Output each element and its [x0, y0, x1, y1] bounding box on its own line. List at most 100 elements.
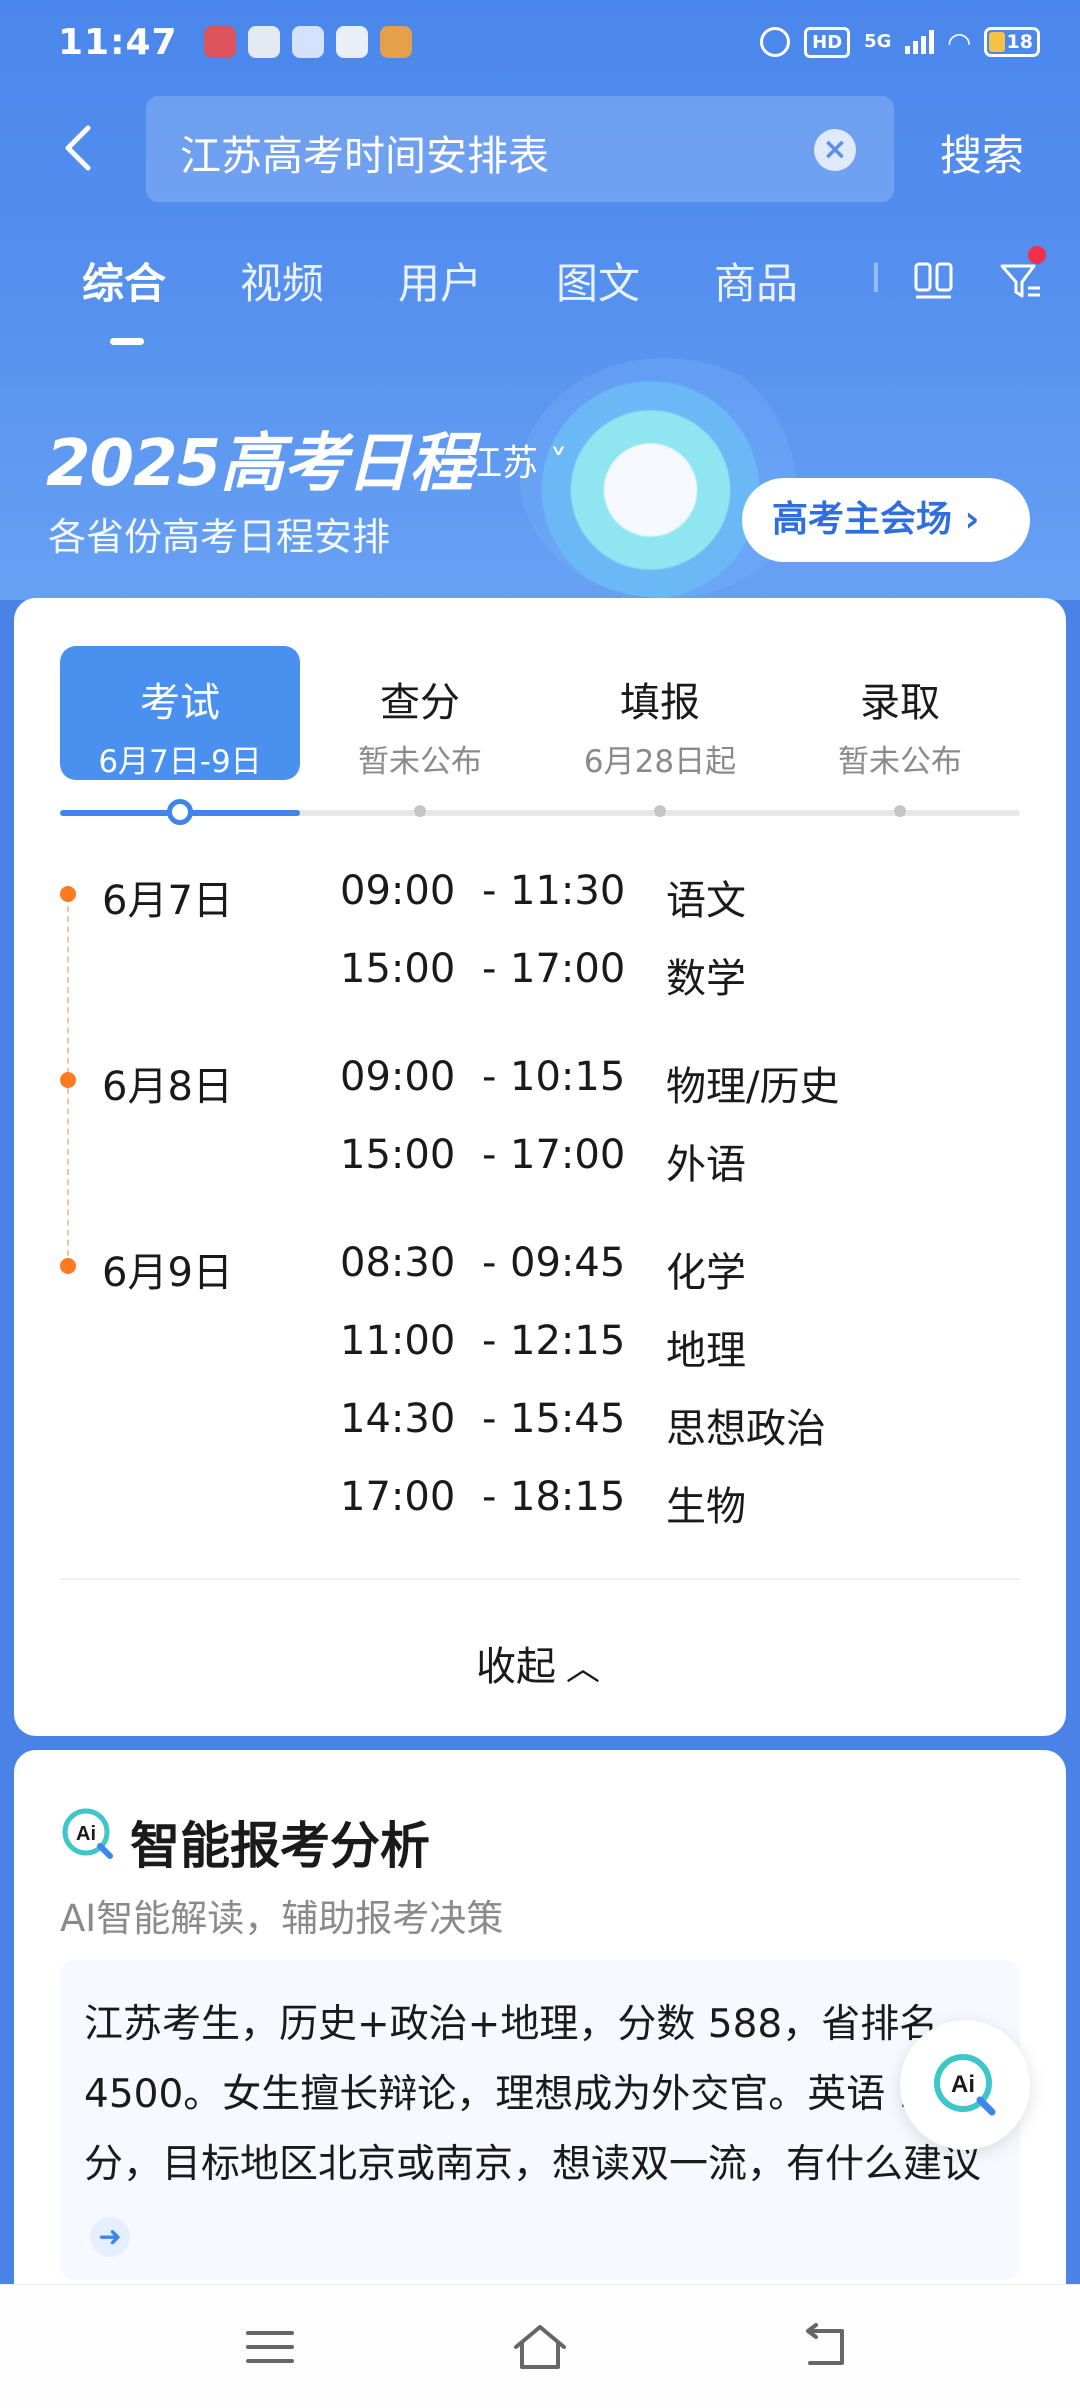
more-tabs-fade: I: [870, 256, 882, 302]
status-time: 11:47: [58, 21, 178, 63]
layout-toggle-icon[interactable]: [912, 258, 956, 302]
stage-admission[interactable]: 录取 暂未公布: [780, 646, 1020, 780]
home-icon[interactable]: [510, 2319, 570, 2375]
stage-application[interactable]: 填报 6月28日起: [540, 646, 780, 780]
slot-start: 15:00: [340, 946, 456, 992]
tab-all[interactable]: 综合: [82, 250, 166, 311]
slot-start: 17:00: [340, 1474, 456, 1520]
map-app-icon: [203, 26, 236, 58]
progress-node: [654, 805, 666, 817]
back-nav-icon[interactable]: [796, 2319, 856, 2375]
stage-date: 6月28日起: [583, 744, 737, 780]
slot-end: 12:15: [510, 1318, 626, 1364]
slot-separator: -: [482, 946, 497, 992]
card-divider: [60, 1578, 1020, 1580]
search-tabs: 综合 视频 用户 图文 商品 I: [0, 250, 1080, 345]
slot-end: 10:15: [510, 1054, 626, 1100]
slot-end: 15:45: [510, 1396, 626, 1442]
slot-separator: -: [482, 1318, 497, 1364]
tiktok-app-icon: [335, 26, 368, 58]
slot-end: 18:15: [510, 1474, 626, 1520]
collapse-label: 收起: [476, 1644, 556, 1690]
schedule-slot: 15:00 - 17:00 数学: [14, 946, 1066, 1016]
ai-query-text: 江苏考生，历史+政治+地理，分数 588，省排名 4500。女生擅长辩论，理想成…: [84, 2002, 982, 2187]
search-input[interactable]: 江苏高考时间安排表 ×: [146, 96, 894, 202]
search-button[interactable]: 搜索: [940, 122, 1024, 183]
slot-subject: 外语: [666, 1142, 746, 1188]
slot-separator: -: [482, 1396, 497, 1442]
banner-title: 2025高考日程: [46, 427, 473, 501]
slot-start: 15:00: [340, 1132, 456, 1178]
stage-exam[interactable]: 考试 6月7日-9日: [60, 646, 300, 780]
ai-sample-query[interactable]: 江苏考生，历史+政治+地理，分数 588，省排名 4500。女生擅长辩论，理想成…: [60, 1960, 1020, 2280]
schedule-slot: 09:00 - 10:15 物理/历史: [14, 1054, 1066, 1124]
stage-date: 6月7日-9日: [98, 744, 262, 780]
stage-date: 暂未公布: [358, 744, 482, 780]
menu-icon[interactable]: [240, 2319, 300, 2375]
ai-card-title: 智能报考分析: [130, 1817, 430, 1875]
tab-products[interactable]: 商品: [714, 250, 798, 311]
wifi-icon: ◠: [948, 25, 970, 59]
svg-text:Ai: Ai: [76, 1823, 96, 1845]
slot-subject: 思想政治: [666, 1406, 826, 1452]
browser-app-icon: [291, 26, 324, 58]
filter-icon[interactable]: [998, 260, 1042, 304]
chevron-right-icon: ›: [964, 499, 980, 540]
ai-analysis-card: Ai 智能报考分析 AI智能解读，辅助报考决策 江苏考生，历史+政治+地理，分数…: [14, 1750, 1066, 2310]
province-selector[interactable]: 江苏 ˅: [466, 434, 567, 486]
battery-icon: 18: [984, 27, 1040, 57]
tab-video[interactable]: 视频: [240, 250, 324, 311]
stage-title: 填报: [620, 680, 700, 726]
banner-subtitle: 各省份高考日程安排: [48, 515, 391, 559]
chevron-up-icon: ︿: [566, 1649, 600, 1689]
chevron-left-icon: [65, 125, 91, 171]
slot-end: 17:00: [510, 946, 626, 992]
stage-date: 暂未公布: [838, 744, 962, 780]
slot-start: 14:30: [340, 1396, 456, 1442]
tab-posts[interactable]: 图文: [556, 250, 640, 311]
slot-separator: -: [482, 868, 497, 914]
schedule-slot: 17:00 - 18:15 生物: [14, 1474, 1066, 1544]
slot-separator: -: [482, 1240, 497, 1286]
slot-start: 08:30: [340, 1240, 456, 1286]
slot-start: 09:00: [340, 868, 456, 914]
stage-title: 查分: [380, 680, 460, 726]
main-venue-label: 高考主会场: [772, 499, 953, 540]
back-button[interactable]: [50, 118, 110, 178]
progress-node-current: [167, 799, 193, 825]
ai-assistant-button[interactable]: Ai: [900, 2020, 1030, 2150]
arrow-right-icon: ➜: [90, 2216, 130, 2257]
slot-separator: -: [482, 1132, 497, 1178]
slot-subject: 化学: [666, 1250, 746, 1296]
collapse-button[interactable]: 收起 ︿: [476, 1634, 600, 1692]
system-navigation-bar: [0, 2284, 1080, 2408]
chevron-down-icon: ˅: [538, 443, 568, 484]
stage-title: 录取: [860, 680, 940, 726]
slot-separator: -: [482, 1054, 497, 1100]
progress-node: [894, 805, 906, 817]
clear-icon[interactable]: ×: [814, 129, 856, 171]
ai-logo-icon: Ai: [62, 1808, 113, 1859]
tab-users[interactable]: 用户: [398, 250, 482, 311]
hd-badge: HD: [804, 26, 851, 58]
schedule-slot: 14:30 - 15:45 思想政治: [14, 1396, 1066, 1466]
notification-icons: [203, 26, 412, 58]
network-type: 5G: [864, 31, 892, 52]
stage-title: 考试: [140, 680, 220, 726]
slot-separator: -: [482, 1474, 497, 1520]
slot-end: 09:45: [510, 1240, 626, 1286]
slot-subject: 数学: [666, 956, 746, 1002]
slot-subject: 物理/历史: [666, 1064, 840, 1110]
game-app-icon: [379, 26, 412, 58]
alarm-icon: [760, 27, 791, 57]
search-header: 江苏高考时间安排表 × 搜索: [0, 94, 1080, 204]
schedule-slot: 11:00 - 12:15 地理: [14, 1318, 1066, 1388]
main-venue-button[interactable]: 高考主会场 ›: [742, 478, 1030, 562]
exam-schedule-card: 考试 6月7日-9日 查分 暂未公布 填报 6月28日起 录取 暂未公布 6月7…: [14, 598, 1066, 1736]
slot-end: 11:30: [510, 868, 626, 914]
slot-end: 17:00: [510, 1132, 626, 1178]
gaokao-banner[interactable]: 2025高考日程 江苏 ˅ 各省份高考日程安排 高考主会场 ›: [0, 350, 1080, 600]
stage-score[interactable]: 查分 暂未公布: [300, 646, 540, 780]
ai-assistant-icon: Ai: [934, 2054, 996, 2116]
province-label: 江苏: [466, 443, 539, 484]
